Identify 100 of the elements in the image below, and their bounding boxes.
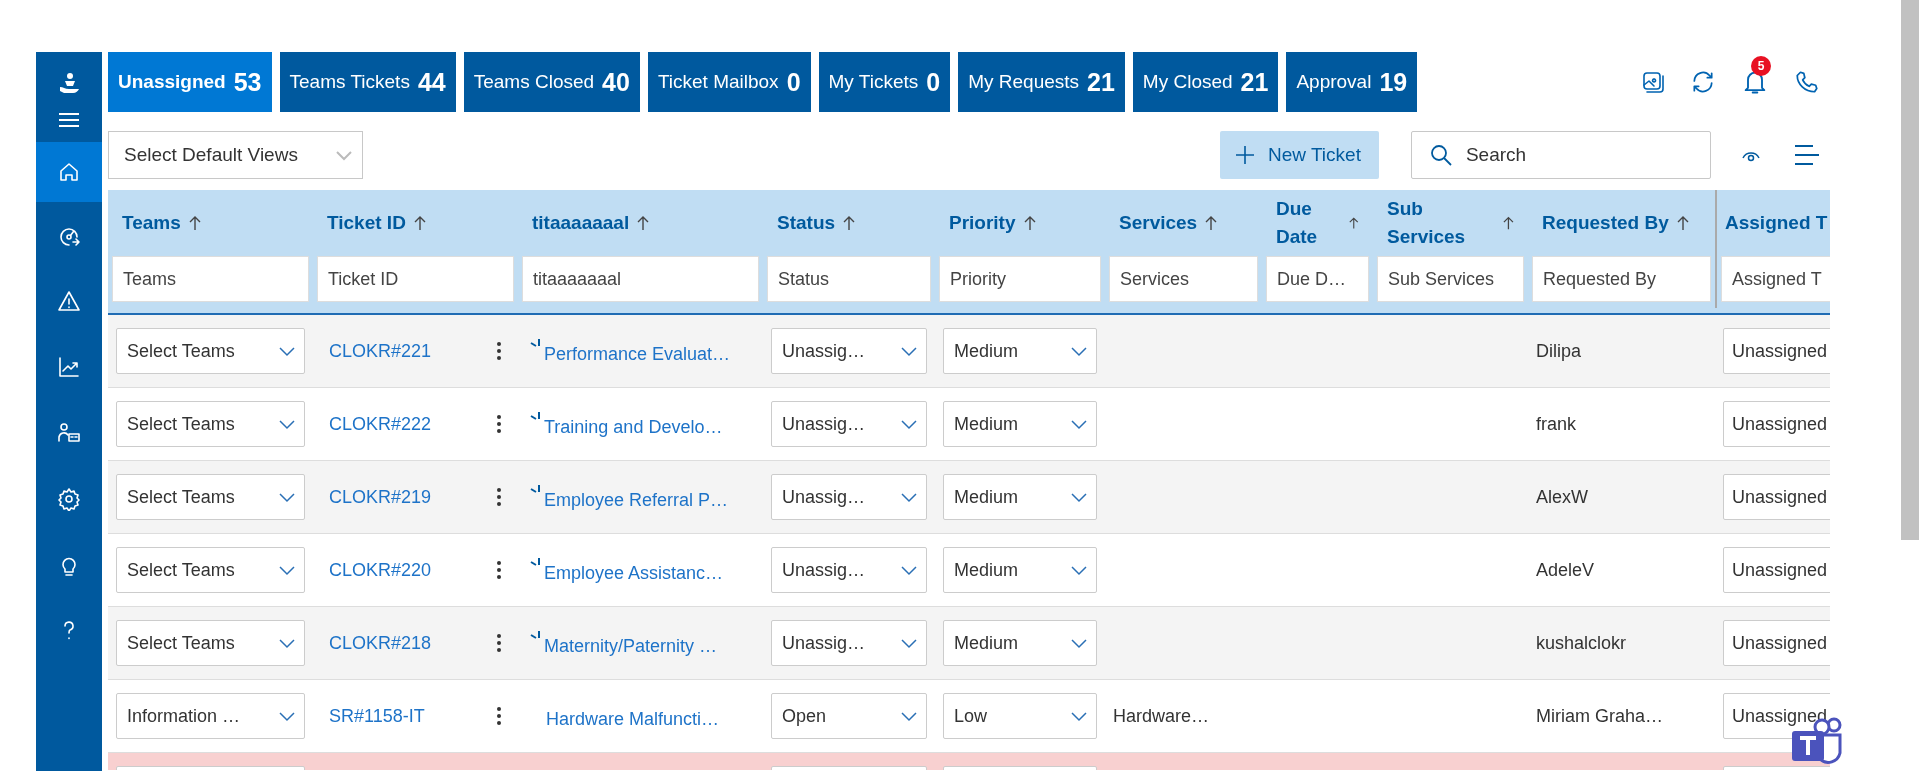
scrollbar-thumb[interactable] bbox=[1901, 0, 1919, 540]
assignee-dropdown[interactable]: Unassigned bbox=[1723, 693, 1830, 739]
more-options-icon bbox=[496, 414, 502, 434]
priority-dropdown[interactable]: Low bbox=[943, 693, 1097, 739]
filter-field[interactable]: Requested By bbox=[1532, 256, 1711, 302]
column-header[interactable]: Ticket ID bbox=[327, 209, 406, 237]
ticket-title-link[interactable]: Maternity/Paternity … bbox=[544, 635, 718, 657]
settings-icon bbox=[57, 487, 81, 511]
teams-dropdown[interactable]: Select Teams bbox=[116, 620, 305, 666]
sort-arrow-icon bbox=[843, 215, 856, 231]
sort-arrow-icon bbox=[188, 215, 201, 231]
sort-arrow-icon bbox=[637, 215, 650, 231]
refresh-icon bbox=[1690, 69, 1716, 95]
new-ticket-button[interactable]: New Ticket bbox=[1220, 131, 1379, 179]
sort-arrow-icon bbox=[1349, 215, 1359, 231]
ticket-title-link[interactable]: Performance Evaluat… bbox=[544, 343, 731, 365]
teams-dropdown[interactable]: Select Teams bbox=[116, 401, 305, 447]
table-cell: Hardware… bbox=[1113, 705, 1210, 727]
more-options-icon bbox=[496, 633, 502, 653]
list-icon bbox=[1792, 143, 1821, 167]
column-header[interactable]: Teams bbox=[122, 209, 181, 237]
filter-field[interactable]: Teams bbox=[112, 256, 309, 302]
teams-dropdown[interactable]: Select Teams bbox=[116, 328, 305, 374]
tab[interactable]: Unassigned 53 bbox=[108, 52, 272, 112]
column-header[interactable]: Sub Services bbox=[1387, 195, 1496, 251]
status-dropdown[interactable]: Unassig… bbox=[771, 328, 927, 374]
filter-field[interactable]: Status bbox=[767, 256, 931, 302]
table-cell: kushalclokr bbox=[1536, 632, 1627, 654]
logo-icon bbox=[57, 70, 81, 95]
sidebar-item[interactable] bbox=[36, 142, 102, 202]
column-header[interactable]: Due Date bbox=[1276, 195, 1342, 251]
filter-field[interactable]: Due D… bbox=[1266, 256, 1369, 302]
priority-dropdown[interactable]: Medium bbox=[943, 474, 1097, 520]
views-dropdown[interactable]: Select Default Views bbox=[108, 131, 363, 179]
tab[interactable]: Ticket Mailbox 0 bbox=[647, 52, 811, 112]
more-options-icon bbox=[496, 487, 502, 507]
column-header[interactable]: Assigned T bbox=[1725, 209, 1828, 237]
assignee-dropdown[interactable]: Unassigned bbox=[1723, 474, 1830, 520]
column-header[interactable]: Services bbox=[1119, 209, 1198, 237]
tab[interactable]: Approval 19 bbox=[1286, 52, 1418, 112]
filter-field[interactable]: titaaaaaaal bbox=[522, 256, 759, 302]
priority-dropdown[interactable]: Medium bbox=[943, 620, 1097, 666]
more-options-icon bbox=[496, 560, 502, 580]
status-dropdown[interactable]: Unassig… bbox=[771, 547, 927, 593]
phone-icon bbox=[1794, 69, 1820, 95]
ticket-link[interactable]: CLOKR#219 bbox=[329, 486, 432, 508]
ticket-title-link[interactable]: Employee Referral P… bbox=[544, 489, 729, 511]
tab[interactable]: Teams Tickets 44 bbox=[279, 52, 456, 112]
filter-field[interactable]: Sub Services bbox=[1377, 256, 1524, 302]
filter-field[interactable]: Services bbox=[1109, 256, 1258, 302]
column-header[interactable]: Priority bbox=[949, 209, 1016, 237]
ticket-link[interactable]: CLOKR#218 bbox=[329, 632, 432, 654]
priority-dropdown[interactable]: Medium bbox=[943, 328, 1097, 374]
sort-arrow-icon bbox=[1023, 215, 1036, 231]
sort-arrow-icon bbox=[1205, 215, 1218, 231]
teams-dropdown[interactable]: Information … bbox=[116, 693, 305, 739]
status-dropdown[interactable]: Unassig… bbox=[771, 474, 927, 520]
more-options-icon bbox=[496, 341, 502, 361]
priority-dropdown[interactable]: Medium bbox=[943, 401, 1097, 447]
tab[interactable]: My Requests 21 bbox=[958, 52, 1125, 112]
more-options-icon bbox=[496, 706, 502, 726]
ticket-title-link[interactable]: Hardware Malfuncti… bbox=[546, 708, 720, 730]
ticket-link[interactable]: CLOKR#221 bbox=[329, 340, 432, 362]
ticket-link[interactable]: SR#1158-IT bbox=[329, 705, 425, 727]
ticket-link[interactable]: CLOKR#220 bbox=[329, 559, 432, 581]
sort-arrow-icon bbox=[1676, 215, 1689, 231]
ticket-title-link[interactable]: Training and Develo… bbox=[544, 416, 723, 438]
status-dropdown[interactable]: Open bbox=[771, 693, 927, 739]
ticket-title-link[interactable]: Employee Assistanc… bbox=[544, 562, 724, 584]
tab[interactable]: Teams Closed 40 bbox=[463, 52, 640, 112]
tab[interactable]: My Closed 21 bbox=[1132, 52, 1279, 112]
tab[interactable]: My Tickets 0 bbox=[818, 52, 951, 112]
assignee-dropdown[interactable]: Unassigned bbox=[1723, 328, 1830, 374]
filter-field[interactable]: Ticket ID bbox=[317, 256, 514, 302]
filter-field[interactable]: Priority bbox=[939, 256, 1101, 302]
table-cell: Miriam Graha… bbox=[1536, 705, 1664, 727]
teams-dropdown[interactable]: Select Teams bbox=[116, 547, 305, 593]
image-icon bbox=[1641, 70, 1665, 94]
assignee-dropdown[interactable]: Unassigned bbox=[1723, 620, 1830, 666]
column-header[interactable]: Status bbox=[777, 209, 836, 237]
column-header[interactable]: Requested By bbox=[1542, 209, 1669, 237]
column-header[interactable]: titaaaaaaal bbox=[532, 209, 630, 237]
assignee-dropdown[interactable]: Unassigned bbox=[1723, 401, 1830, 447]
plus-icon bbox=[1234, 144, 1256, 166]
filter-field[interactable]: Assigned T bbox=[1721, 256, 1830, 302]
table-cell: AlexW bbox=[1536, 486, 1588, 508]
priority-dropdown[interactable]: Medium bbox=[943, 547, 1097, 593]
sort-arrow-icon bbox=[413, 215, 426, 231]
table-cell: AdeleV bbox=[1536, 559, 1595, 581]
chart-icon bbox=[57, 355, 81, 379]
home-icon bbox=[57, 160, 81, 184]
assignee-dropdown[interactable]: Unassigned bbox=[1723, 547, 1830, 593]
status-dropdown[interactable]: Unassig… bbox=[771, 401, 927, 447]
notification-badge: 5 bbox=[1751, 56, 1771, 76]
ticket-link[interactable]: CLOKR#222 bbox=[329, 413, 432, 435]
status-dropdown[interactable]: Unassig… bbox=[771, 620, 927, 666]
search-field[interactable]: Search bbox=[1410, 131, 1711, 179]
sort-arrow-icon bbox=[1503, 215, 1514, 231]
table-cell: frank bbox=[1536, 413, 1577, 435]
teams-dropdown[interactable]: Select Teams bbox=[116, 474, 305, 520]
